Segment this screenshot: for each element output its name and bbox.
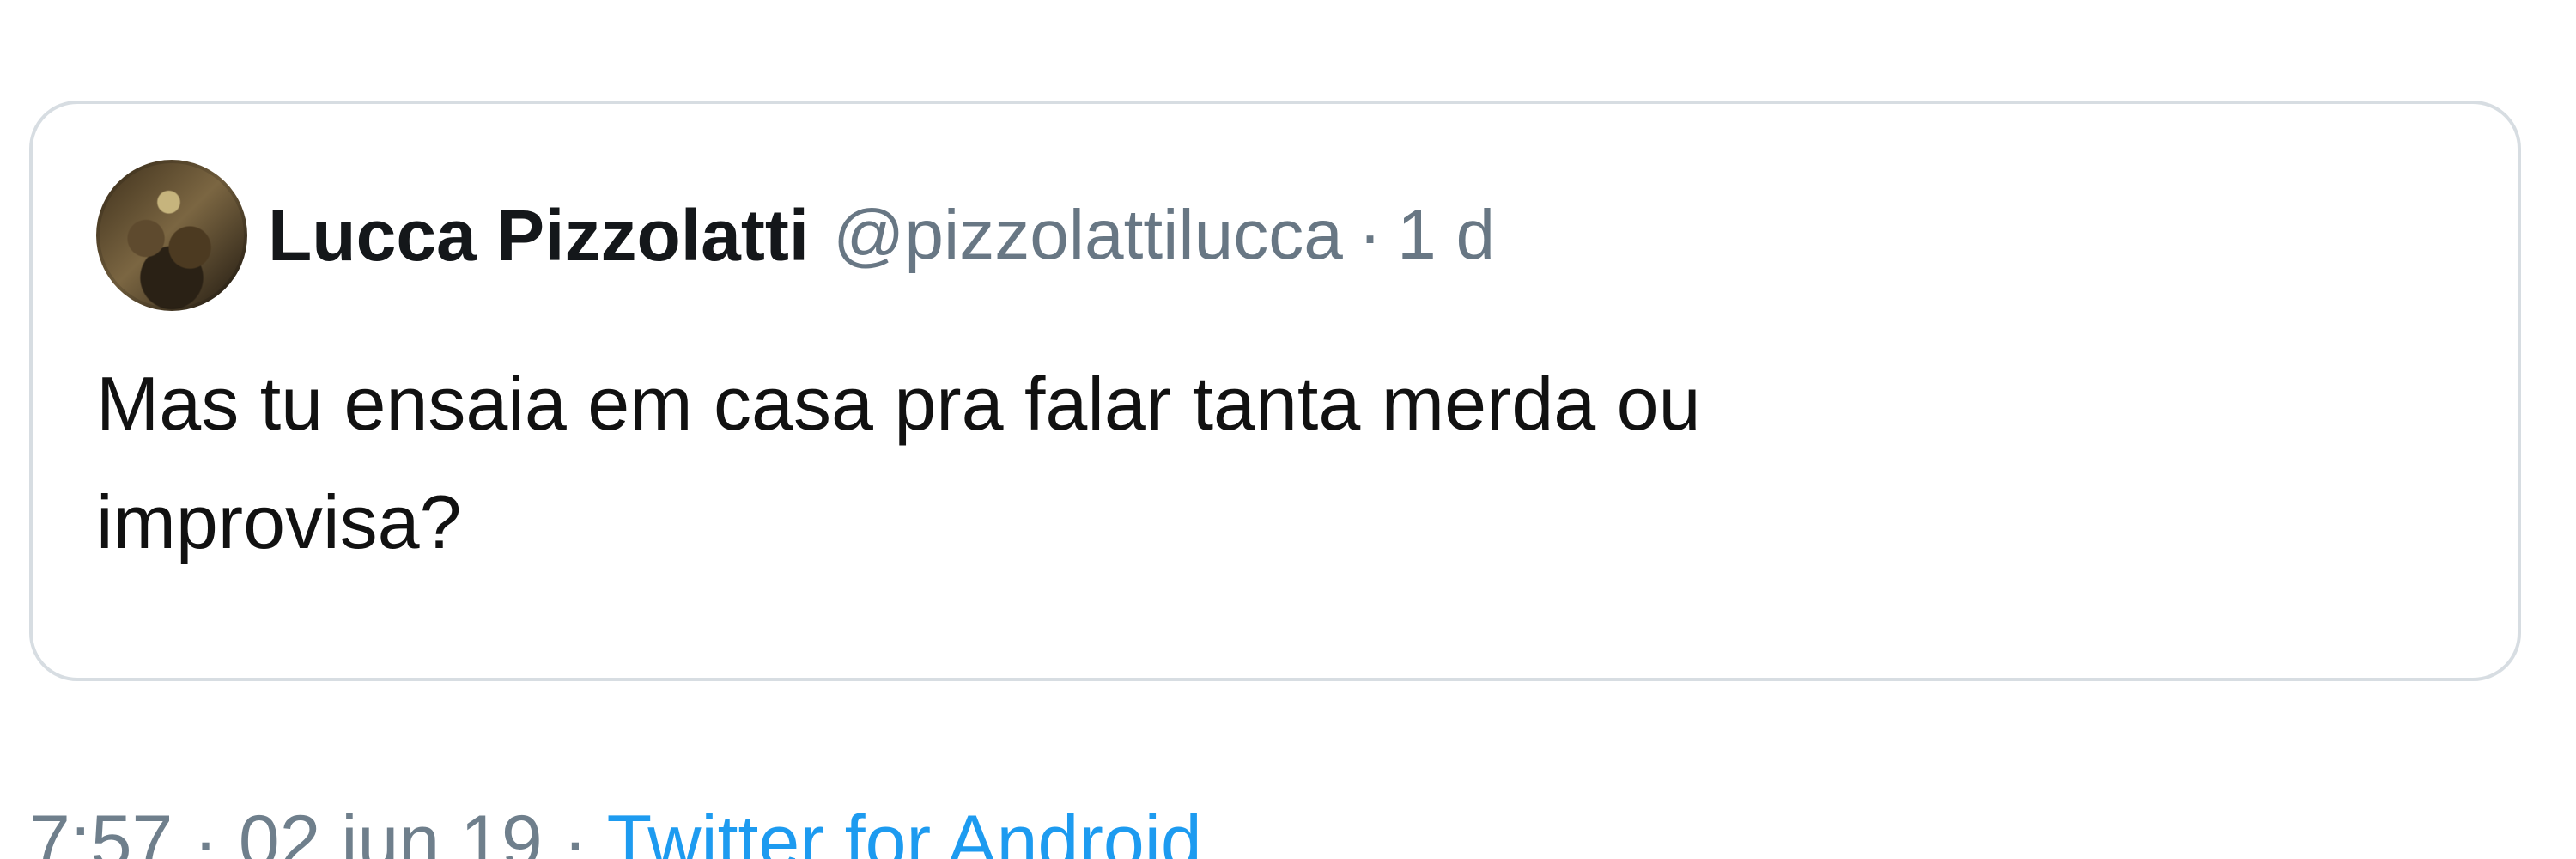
- display-name[interactable]: Lucca Pizzolatti: [268, 194, 809, 277]
- user-handle[interactable]: @pizzolattilucca: [833, 195, 1343, 276]
- meta-separator: ·: [193, 801, 218, 859]
- tweet-metadata: 7:57 · 02 jun 19 · Twitter for Android: [29, 799, 1202, 859]
- relative-timestamp[interactable]: 1 d: [1397, 195, 1495, 276]
- quoted-tweet-card[interactable]: Lucca Pizzolatti @pizzolattilucca · 1 d …: [29, 101, 2521, 681]
- quoted-tweet-text: Mas tu ensaia em casa pra falar tanta me…: [96, 361, 1701, 564]
- tweet-screenshot: Lucca Pizzolatti @pizzolattilucca · 1 d …: [0, 0, 2576, 859]
- quoted-tweet-header: Lucca Pizzolatti @pizzolattilucca · 1 d: [96, 160, 1495, 311]
- tweet-time: 7:57: [29, 801, 173, 859]
- tweet-date: 02 jun 19: [238, 801, 543, 859]
- source-link[interactable]: Twitter for Android: [607, 801, 1202, 859]
- meta-separator: ·: [562, 801, 588, 859]
- profile-photo-icon[interactable]: [96, 160, 247, 311]
- header-separator: ·: [1358, 196, 1382, 274]
